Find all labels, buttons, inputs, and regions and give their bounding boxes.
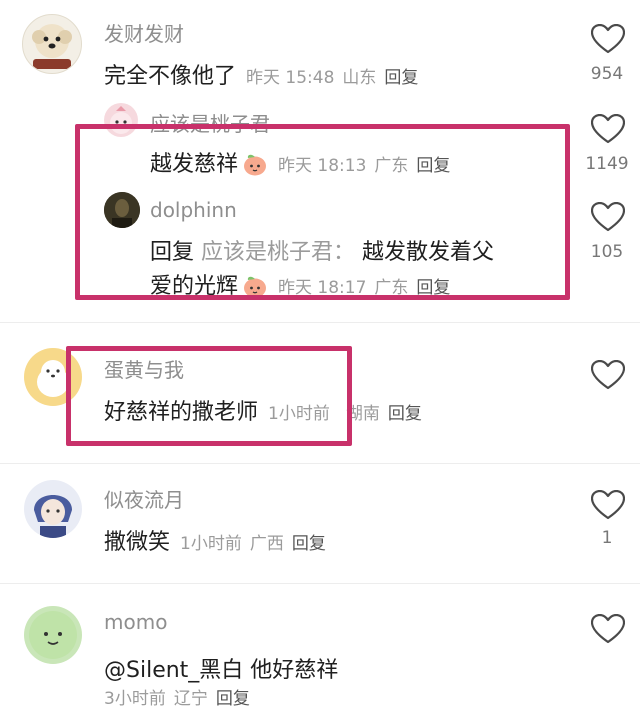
comment-text: 完全不像他了 [104, 64, 237, 89]
reply-button[interactable]: 回复 [388, 404, 422, 424]
like-count: 105 [590, 242, 624, 262]
comment-meta-row: 3小时前 辽宁 回复 [94, 684, 250, 710]
divider [0, 463, 640, 464]
comment-username[interactable]: momo [104, 610, 167, 634]
divider [0, 322, 640, 323]
comment-username[interactable]: 发财发财 [104, 18, 184, 47]
reply-button[interactable]: 回复 [292, 534, 326, 554]
like-count: 954 [590, 64, 624, 84]
comment-time: 3小时前 [104, 689, 166, 709]
comment-location: 广西 [249, 534, 284, 554]
dog-avatar-icon [32, 24, 72, 69]
heart-icon[interactable] [591, 614, 625, 644]
divider [0, 583, 640, 584]
comment-time: 1小时前 [180, 534, 242, 554]
highlight-box [75, 124, 570, 300]
comment-username[interactable]: 似夜流月 [104, 484, 184, 513]
comment-time: 昨天 15:48 [246, 68, 335, 88]
like-count: 1149 [585, 154, 629, 174]
avatar[interactable] [22, 14, 82, 74]
heart-icon[interactable] [591, 360, 625, 390]
comment-text-row: 完全不像他了 昨天 15:48 山东 回复 [104, 58, 418, 90]
heart-icon[interactable] [591, 490, 625, 520]
heart-icon[interactable] [591, 202, 625, 232]
comment-location: 辽宁 [173, 689, 208, 709]
highlight-box [66, 346, 352, 446]
avatar[interactable] [24, 480, 82, 538]
reply-button[interactable]: 回复 [384, 68, 418, 88]
avatar[interactable] [24, 606, 82, 664]
melon-avatar-icon [29, 611, 77, 659]
anime-avatar-icon [34, 495, 72, 538]
comment-location: 山东 [342, 68, 377, 88]
like-count: 1 [601, 528, 613, 548]
comment-text: 撒微笑 [104, 530, 171, 555]
comment-text: @Silent_黑白 他好慈祥 [104, 658, 339, 683]
reply-button[interactable]: 回复 [216, 689, 250, 709]
comment-text-row: 撒微笑 1小时前 广西 回复 [104, 524, 326, 556]
heart-icon[interactable] [591, 114, 625, 144]
heart-icon[interactable] [591, 24, 625, 54]
